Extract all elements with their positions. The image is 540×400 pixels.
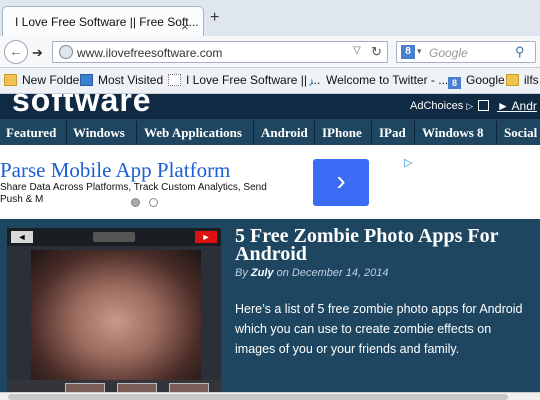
menu-divider bbox=[253, 121, 254, 143]
google-icon: 8 bbox=[448, 77, 461, 89]
engine-dropdown-icon[interactable]: ▾ bbox=[417, 46, 422, 57]
site-logo[interactable]: software bbox=[12, 94, 152, 118]
bookmark-label: Google bbox=[466, 73, 505, 87]
url-text[interactable]: www.ilovefreesoftware.com bbox=[77, 46, 222, 60]
folder-icon bbox=[506, 74, 519, 86]
bookmark-new-folder[interactable]: New Folder bbox=[4, 73, 83, 89]
bookmark-label: New Folder bbox=[22, 73, 84, 87]
address-bar[interactable]: www.ilovefreesoftware.com ▽ ↻ bbox=[52, 41, 388, 63]
bookmark-google[interactable]: 8 Google bbox=[448, 73, 505, 89]
adchoices-text: AdChoices bbox=[410, 100, 464, 112]
bookmark-label: ilfs bbox=[524, 73, 539, 87]
horizontal-scrollbar[interactable] bbox=[0, 392, 540, 400]
search-input[interactable]: Google bbox=[429, 46, 468, 60]
bookmark-ilfs-page[interactable]: I Love Free Software || ... bbox=[168, 73, 320, 89]
reload-icon[interactable]: ↻ bbox=[371, 44, 382, 60]
folder-icon bbox=[4, 74, 17, 86]
page-icon bbox=[168, 74, 181, 86]
bookmark-label: Welcome to Twitter - ... bbox=[326, 73, 449, 87]
ad-banner[interactable]: Parse Mobile App Platform Share Data Acr… bbox=[0, 146, 540, 218]
article-title[interactable]: 5 Free Zombie Photo Apps For Android bbox=[235, 226, 535, 264]
bookmark-twitter[interactable]: ♪ Welcome to Twitter - ... bbox=[308, 73, 448, 89]
navigation-bar: ← ➔ www.ilovefreesoftware.com ▽ ↻ 8 ▾ Go… bbox=[0, 36, 540, 68]
bookmark-label: Most Visited bbox=[98, 73, 164, 87]
article-excerpt: Here’s a list of 5 free zombie photo app… bbox=[235, 302, 523, 356]
featured-article: ◄ ► 5 Free Zombie Photo Apps For Android… bbox=[0, 219, 540, 400]
adchoices-label[interactable]: AdChoices ▷ bbox=[410, 100, 473, 112]
menu-web-applications[interactable]: Web Applications bbox=[144, 119, 242, 145]
article-author[interactable]: Zuly bbox=[251, 267, 274, 279]
menu-iphone[interactable]: IPhone bbox=[322, 119, 362, 145]
search-bar[interactable]: 8 ▾ Google ⚲ bbox=[396, 41, 536, 63]
external-link-icon[interactable] bbox=[478, 100, 489, 111]
search-icon[interactable]: ⚲ bbox=[515, 44, 525, 60]
most-visited-icon bbox=[80, 74, 93, 86]
adchoices-icon: ▷ bbox=[466, 101, 474, 111]
article-thumbnail[interactable]: ◄ ► bbox=[7, 228, 221, 400]
menu-divider bbox=[414, 121, 415, 143]
ad-choices-icon[interactable]: ▷ bbox=[404, 156, 412, 169]
back-button[interactable]: ← bbox=[4, 40, 28, 64]
menu-divider bbox=[496, 121, 497, 143]
bookmark-label: I Love Free Software || ... bbox=[186, 73, 321, 87]
article-meta: By Zuly on December 14, 2014 bbox=[235, 267, 389, 279]
browser-tab[interactable]: I Love Free Software || Free Soft... × bbox=[2, 6, 204, 36]
byline-prefix: By bbox=[235, 267, 248, 279]
byline-on: on bbox=[276, 267, 289, 279]
menu-windows-8[interactable]: Windows 8 bbox=[422, 119, 484, 145]
url-dropdown-icon[interactable]: ▽ bbox=[353, 45, 361, 56]
scrollbar-thumb[interactable] bbox=[8, 394, 508, 400]
carousel-dot-active[interactable] bbox=[131, 198, 140, 207]
bookmark-most-visited[interactable]: Most Visited bbox=[80, 73, 163, 89]
site-menu: Featured Windows Web Applications Androi… bbox=[0, 118, 540, 145]
next-arrow-icon: ► bbox=[195, 231, 217, 243]
menu-ipad[interactable]: IPad bbox=[379, 119, 406, 145]
article-date: December 14, 2014 bbox=[291, 267, 389, 279]
bookmarks-toolbar: New Folder Most Visited I Love Free Soft… bbox=[0, 68, 540, 94]
google-engine-icon[interactable]: 8 bbox=[401, 45, 415, 59]
slider-icon bbox=[93, 232, 135, 242]
menu-featured[interactable]: Featured bbox=[6, 119, 56, 145]
ad-link[interactable]: ► Andr bbox=[497, 99, 537, 113]
carousel-dot[interactable] bbox=[149, 198, 158, 207]
menu-divider bbox=[314, 121, 315, 143]
twitter-icon: ♪ bbox=[308, 74, 315, 89]
ad-arrow-button[interactable]: › bbox=[313, 159, 369, 206]
menu-social[interactable]: Social bbox=[504, 119, 537, 145]
ad-description: Share Data Across Platforms, Track Custo… bbox=[0, 182, 267, 205]
menu-divider bbox=[371, 121, 372, 143]
site-header: software AdChoices ▷ ► Andr bbox=[0, 94, 540, 118]
tab-close-icon[interactable]: × bbox=[181, 19, 189, 34]
menu-android[interactable]: Android bbox=[261, 119, 308, 145]
forward-button[interactable]: ➔ bbox=[32, 45, 43, 61]
ad-title[interactable]: Parse Mobile App Platform bbox=[0, 158, 230, 183]
menu-divider bbox=[66, 121, 67, 143]
tab-title: I Love Free Software || Free Soft... bbox=[15, 15, 199, 29]
zombie-face-image bbox=[31, 250, 201, 380]
globe-icon bbox=[59, 45, 73, 59]
menu-divider bbox=[136, 121, 137, 143]
new-tab-button[interactable]: + bbox=[210, 9, 219, 27]
tab-strip: I Love Free Software || Free Soft... × + bbox=[0, 0, 540, 36]
back-arrow-icon: ◄ bbox=[11, 231, 33, 243]
menu-windows[interactable]: Windows bbox=[73, 119, 125, 145]
bookmark-ilfs-folder[interactable]: ilfs bbox=[506, 73, 539, 89]
thumbnail-app-toolbar: ◄ ► bbox=[7, 228, 221, 246]
